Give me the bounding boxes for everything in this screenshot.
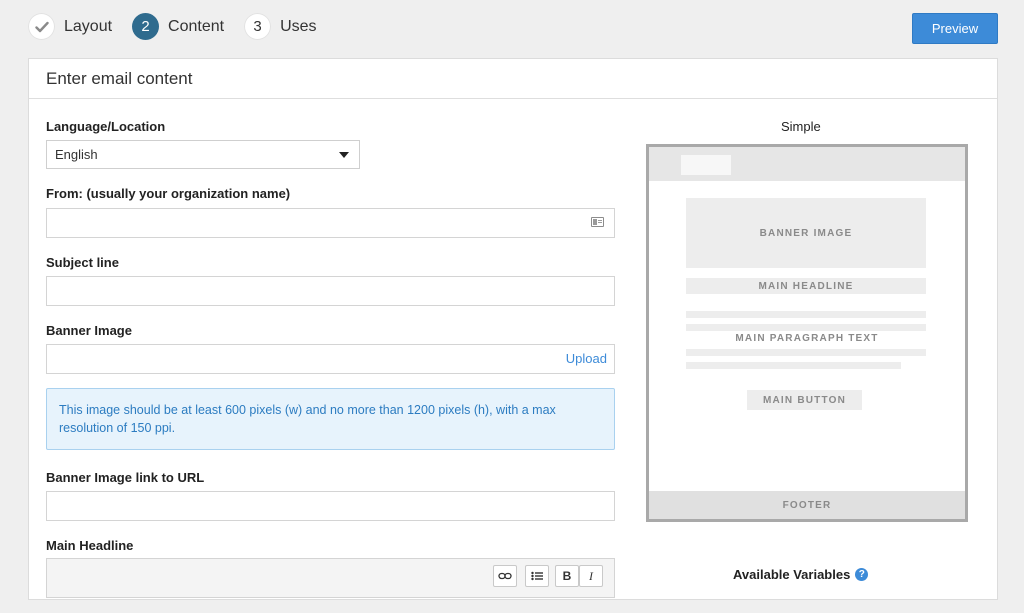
banner-link-input[interactable] [46, 491, 615, 521]
template-name: Simple [781, 119, 821, 134]
template-logo-placeholder [681, 155, 731, 175]
step-label: Content [168, 17, 225, 35]
language-value: English [55, 147, 98, 162]
step-number: 2 [132, 13, 160, 40]
template-paragraph-line [686, 349, 926, 356]
caret-down-icon [339, 152, 349, 158]
help-icon[interactable]: ? [855, 568, 869, 581]
contact-card-icon[interactable] [591, 217, 604, 227]
step-number: 3 [244, 13, 272, 40]
template-paragraph: MAIN PARAGRAPH TEXT [735, 333, 879, 344]
template-headline: MAIN HEADLINE [686, 278, 926, 294]
step-content[interactable]: 2 Content [132, 13, 224, 40]
main-headline-label: Main Headline [46, 538, 134, 553]
panel-title: Enter email content [29, 59, 997, 99]
upload-link[interactable]: Upload [566, 351, 607, 366]
step-layout[interactable]: Layout [28, 13, 112, 40]
subject-input[interactable] [46, 276, 615, 306]
available-variables-label: Available Variables [733, 567, 851, 582]
banner-link-label: Banner Image link to URL [46, 470, 205, 485]
available-variables[interactable]: Available Variables ? [733, 567, 869, 582]
language-select[interactable]: English [46, 140, 360, 169]
template-button: MAIN BUTTON [747, 390, 862, 410]
language-label: Language/Location [46, 119, 166, 134]
editor-toolbar: B I [46, 558, 615, 598]
banner-image-input[interactable]: Upload [46, 344, 615, 374]
from-input[interactable] [46, 208, 615, 238]
template-paragraph-line [686, 324, 926, 331]
template-banner: BANNER IMAGE [686, 198, 926, 268]
content-panel: Enter email content Language/Location En… [28, 58, 998, 600]
banner-info-message: This image should be at least 600 pixels… [46, 388, 615, 450]
template-footer: FOOTER [649, 491, 965, 519]
step-indicator: Layout 2 Content 3 Uses [28, 13, 337, 40]
bold-button[interactable]: B [555, 565, 579, 587]
step-label: Layout [64, 17, 113, 35]
checkmark-icon [28, 13, 55, 40]
list-icon[interactable] [525, 565, 549, 587]
template-paragraph-line [686, 311, 926, 318]
link-icon[interactable] [493, 565, 517, 587]
subject-label: Subject line [46, 255, 119, 270]
from-label: From: (usually your organization name) [46, 186, 291, 201]
template-paragraph-line [686, 362, 901, 369]
template-preview: BANNER IMAGE MAIN HEADLINE MAIN PARAGRAP… [646, 144, 968, 522]
template-header [649, 147, 965, 181]
step-label: Uses [280, 17, 317, 35]
italic-button[interactable]: I [579, 565, 603, 587]
preview-button[interactable]: Preview [912, 13, 998, 44]
step-uses[interactable]: 3 Uses [244, 13, 317, 40]
banner-image-label: Banner Image [46, 323, 132, 338]
